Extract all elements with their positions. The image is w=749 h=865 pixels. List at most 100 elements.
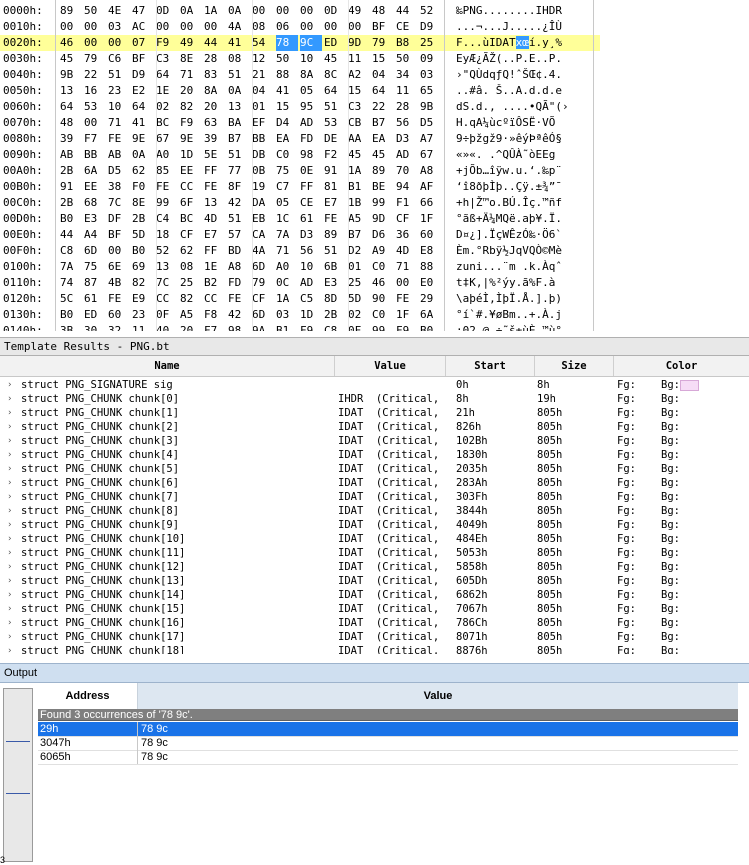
hex-byte[interactable]: 08: [180, 259, 202, 275]
hex-byte[interactable]: AD: [300, 275, 322, 291]
column-header-color[interactable]: Color: [614, 356, 749, 376]
hex-byte[interactable]: E0: [420, 275, 442, 291]
hex-byte[interactable]: 71: [180, 67, 202, 83]
hex-byte[interactable]: 00: [324, 19, 346, 35]
hex-byte[interactable]: 48: [60, 115, 82, 131]
hex-byte[interactable]: EE: [84, 179, 106, 195]
hex-byte[interactable]: 5C: [60, 291, 82, 307]
hex-byte[interactable]: C5: [300, 291, 322, 307]
hex-byte[interactable]: A4: [84, 227, 106, 243]
hex-byte[interactable]: 41: [228, 35, 250, 51]
template-row[interactable]: › struct PNG_SIGNATURE sig 0h 8h Fg: Bg:: [0, 378, 749, 392]
hex-byte[interactable]: 79: [372, 35, 394, 51]
hex-byte[interactable]: 1D: [300, 307, 322, 323]
hex-byte[interactable]: 22: [372, 99, 394, 115]
hex-row-ascii[interactable]: «»«. .^QÛÀ˜òEE­g: [456, 147, 586, 163]
hex-byte[interactable]: 51: [324, 243, 346, 259]
hex-byte[interactable]: BB: [252, 131, 274, 147]
hex-byte[interactable]: 13: [60, 83, 82, 99]
hex-byte[interactable]: 68: [84, 195, 106, 211]
output-results-table[interactable]: Address Value Found 3 occurrences of '78…: [38, 683, 738, 863]
hex-byte[interactable]: 52: [156, 243, 178, 259]
expand-chevron-icon[interactable]: ›: [7, 420, 12, 434]
expand-chevron-icon[interactable]: ›: [7, 616, 12, 630]
hex-row-ascii[interactable]: °í`#.¥øBm..+.À.j: [456, 307, 586, 323]
hex-byte[interactable]: 1A: [276, 291, 298, 307]
hex-byte[interactable]: B1: [276, 323, 298, 331]
hex-byte[interactable]: A5: [180, 307, 202, 323]
hex-byte[interactable]: 50: [84, 3, 106, 19]
expand-chevron-icon[interactable]: ›: [7, 406, 12, 420]
hex-byte[interactable]: 46: [60, 35, 82, 51]
hex-byte[interactable]: 08: [252, 19, 274, 35]
template-row[interactable]: › struct PNG_CHUNK chunk[4] IDAT (Critical…: [0, 448, 749, 462]
hex-byte[interactable]: 50: [396, 51, 418, 67]
hex-byte[interactable]: 0A: [180, 3, 202, 19]
hex-byte[interactable]: A8: [228, 259, 250, 275]
template-row[interactable]: › struct PNG_CHUNK chunk[16] IDAT (Critica…: [0, 616, 749, 630]
hex-byte[interactable]: F9: [396, 323, 418, 331]
column-header-name[interactable]: Name: [0, 356, 335, 376]
hex-byte[interactable]: 6B: [324, 259, 346, 275]
hex-byte[interactable]: 15: [372, 51, 394, 67]
hex-row-ascii[interactable]: t‡K‚|%²ýy.­ã%F.à: [456, 275, 586, 291]
hex-byte[interactable]: 62: [132, 163, 154, 179]
expand-chevron-icon[interactable]: ›: [7, 462, 12, 476]
hex-byte[interactable]: 6D: [252, 307, 274, 323]
hex-editor-pane[interactable]: 0000h: 89 50 4E 47 0D 0A 1A 0A 00 00 00 0D 49 48 44 52 ‰P…: [0, 0, 749, 331]
hex-byte[interactable]: 9B: [60, 67, 82, 83]
hex-byte[interactable]: 8A: [204, 83, 226, 99]
hex-byte[interactable]: 75: [84, 259, 106, 275]
hex-byte[interactable]: 04: [252, 83, 274, 99]
expand-chevron-icon[interactable]: ›: [7, 378, 12, 392]
hex-byte[interactable]: A8: [420, 163, 442, 179]
hex-byte[interactable]: 03: [276, 307, 298, 323]
hex-byte[interactable]: 9B: [420, 99, 442, 115]
hex-byte[interactable]: C4: [156, 211, 178, 227]
expand-chevron-icon[interactable]: ›: [7, 574, 12, 588]
template-row[interactable]: › struct PNG_CHUNK chunk[6] IDAT (Critical…: [0, 476, 749, 490]
hex-byte[interactable]: 70: [396, 163, 418, 179]
hex-byte[interactable]: 09: [420, 51, 442, 67]
hex-byte[interactable]: BB: [84, 147, 106, 163]
hex-byte[interactable]: 39: [60, 131, 82, 147]
hex-byte[interactable]: 50: [276, 51, 298, 67]
hex-byte[interactable]: B0: [60, 211, 82, 227]
hex-byte[interactable]: 10: [300, 259, 322, 275]
hex-byte[interactable]: CB: [348, 115, 370, 131]
hex-byte[interactable]: 51: [108, 67, 130, 83]
hex-row-ascii[interactable]: ‘î8ðþÌþ..Çÿ.±¾”¯: [456, 179, 586, 195]
hex-byte[interactable]: 98: [300, 147, 322, 163]
hex-row-ascii[interactable]: zuni...¨m .k.Àqˆ: [456, 259, 586, 275]
hex-byte[interactable]: CC: [204, 291, 226, 307]
template-row[interactable]: › struct PNG_CHUNK chunk[17] IDAT (Critica…: [0, 630, 749, 644]
hex-row-ascii[interactable]: dS.d.‚ ....•QÃ"(›: [456, 99, 586, 115]
hex-byte[interactable]: 95: [300, 99, 322, 115]
hex-byte[interactable]: 1F: [420, 211, 442, 227]
template-row[interactable]: › struct PNG_CHUNK chunk[11] IDAT (Critica…: [0, 546, 749, 560]
hex-byte[interactable]: 79: [84, 51, 106, 67]
hex-byte[interactable]: 12: [252, 51, 274, 67]
hex-row-ascii[interactable]: H.qA¼ùcºïÔ­SË·VÕ: [456, 115, 586, 131]
hex-byte[interactable]: 51: [228, 67, 250, 83]
hex-byte[interactable]: 00: [108, 243, 130, 259]
hex-byte[interactable]: F0: [132, 179, 154, 195]
hex-byte[interactable]: 71: [276, 243, 298, 259]
hex-byte[interactable]: 9C: [300, 35, 322, 51]
hex-byte[interactable]: 2B: [60, 163, 82, 179]
hex-byte[interactable]: 89: [372, 163, 394, 179]
hex-byte[interactable]: 99: [372, 323, 394, 331]
hex-byte[interactable]: 9D: [372, 211, 394, 227]
hex-byte[interactable]: 00: [84, 35, 106, 51]
hex-byte[interactable]: 16: [84, 83, 106, 99]
hex-byte[interactable]: 18: [156, 227, 178, 243]
hex-byte[interactable]: 94: [396, 179, 418, 195]
template-row[interactable]: › struct PNG_CHUNK chunk[14] IDAT (Critica…: [0, 588, 749, 602]
hex-byte[interactable]: 56: [300, 243, 322, 259]
hex-byte[interactable]: A5: [348, 211, 370, 227]
hex-byte[interactable]: F7: [84, 131, 106, 147]
hex-row-ascii[interactable]: +h|Ž™o.BÚ.Îç.™ñf: [456, 195, 586, 211]
hex-byte[interactable]: 67: [156, 131, 178, 147]
template-row[interactable]: › struct PNG_CHUNK chunk[8] IDAT (Critical…: [0, 504, 749, 518]
hex-byte[interactable]: 64: [372, 83, 394, 99]
